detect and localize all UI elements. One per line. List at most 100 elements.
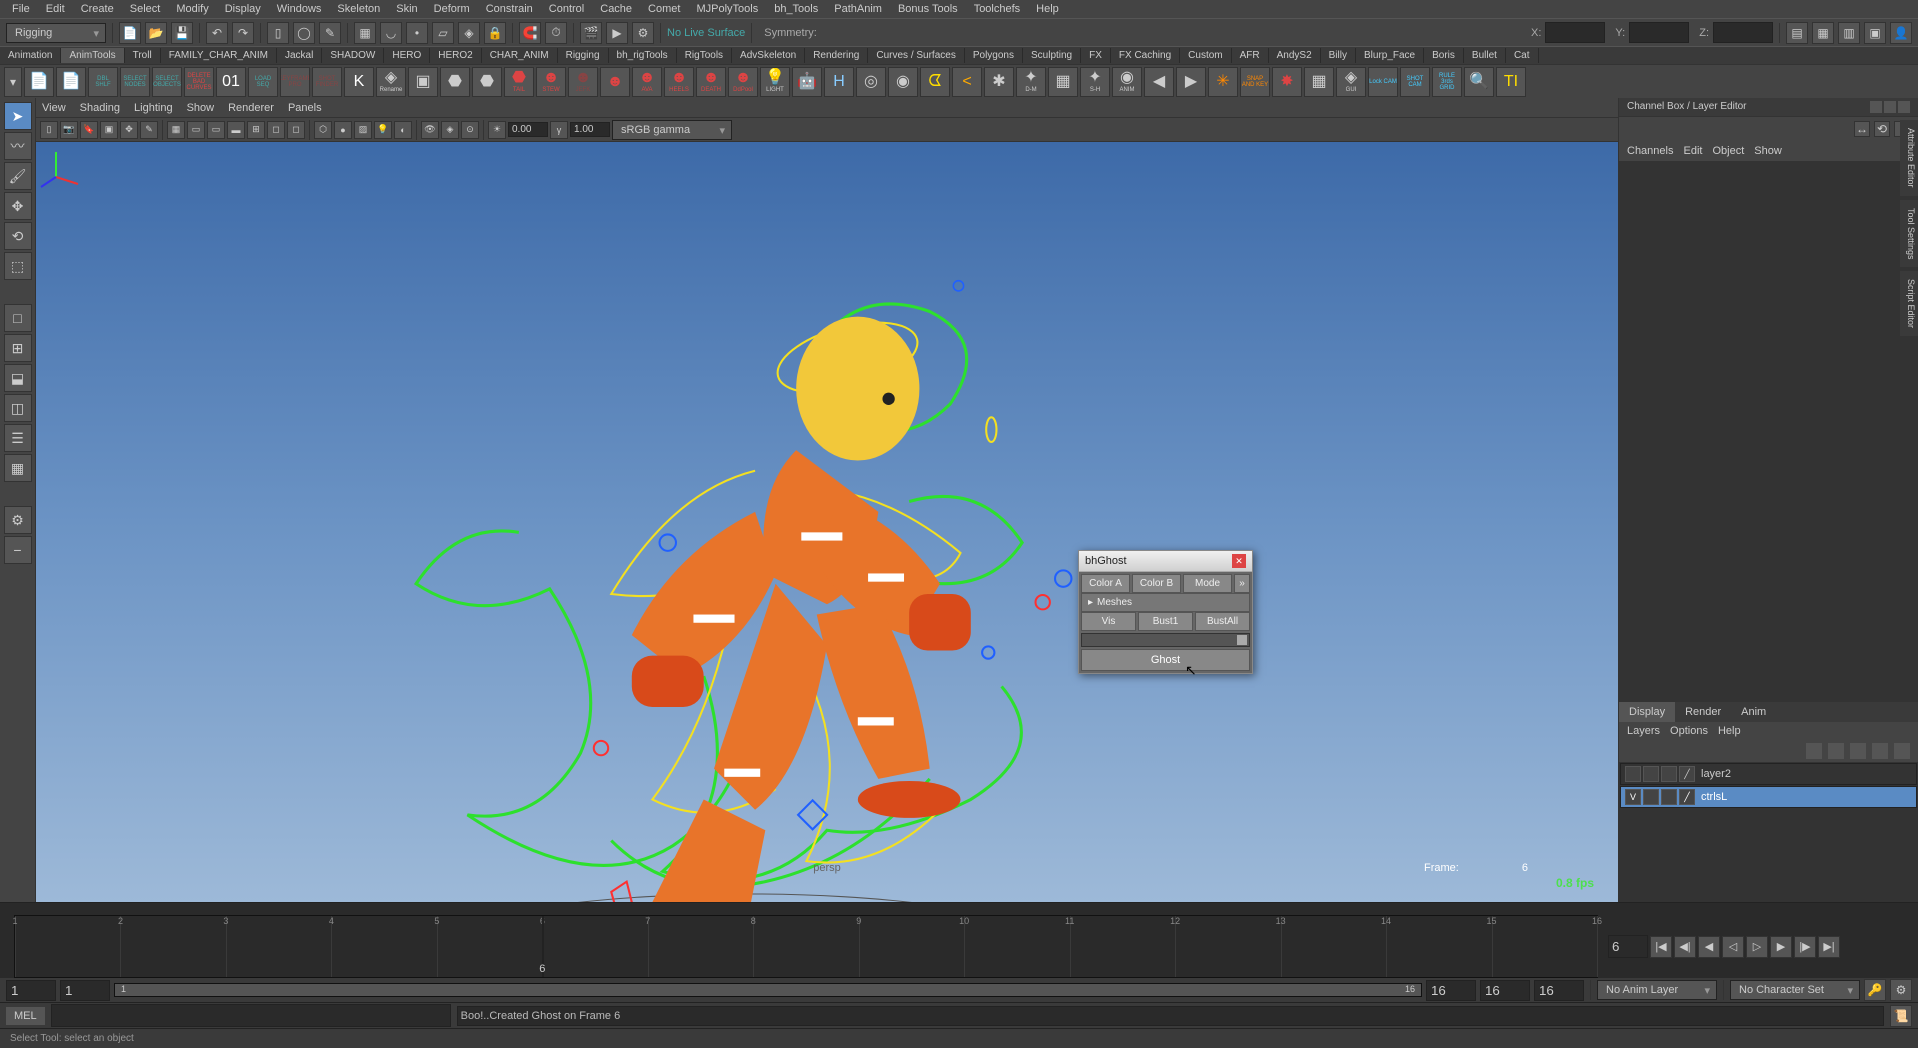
panel-menu-view[interactable]: View bbox=[42, 102, 66, 114]
panel-dock-icon[interactable] bbox=[1870, 101, 1882, 113]
layer-type-toggle[interactable] bbox=[1661, 766, 1677, 782]
undo-icon[interactable]: ↶ bbox=[206, 22, 228, 44]
snap-surface-icon[interactable]: ◈ bbox=[458, 22, 480, 44]
manip-icon-2[interactable]: ⟲ bbox=[1874, 121, 1890, 137]
new-scene-icon[interactable]: 📄 bbox=[119, 22, 141, 44]
side-tab-attribute-editor[interactable]: Attribute Editor bbox=[1900, 120, 1918, 196]
layout-two-v[interactable]: ◫ bbox=[4, 394, 32, 422]
shelf-item-34[interactable]: ◉ANIM bbox=[1112, 67, 1142, 97]
pt-2d-pan-icon[interactable]: ✥ bbox=[120, 121, 138, 139]
menu-mjpolytools[interactable]: MJPolyTools bbox=[688, 3, 766, 15]
lasso-tool[interactable]: 〰 bbox=[4, 132, 32, 160]
shelf-tab-jackal[interactable]: Jackal bbox=[277, 48, 322, 63]
exposure-field[interactable] bbox=[508, 122, 548, 137]
menu-bonus-tools[interactable]: Bonus Tools bbox=[890, 3, 966, 15]
shelf-item-29[interactable]: < bbox=[952, 67, 982, 97]
shelf-item-26[interactable]: ◎ bbox=[856, 67, 886, 97]
shelf-item-35[interactable]: ◀ bbox=[1144, 67, 1174, 97]
layer-color-swatch[interactable]: ╱ bbox=[1679, 789, 1695, 805]
layer-row-layer2[interactable]: ╱layer2 bbox=[1620, 763, 1917, 785]
shelf-tab-afr[interactable]: AFR bbox=[1232, 48, 1269, 63]
shelf-item-40[interactable]: ▦ bbox=[1304, 67, 1334, 97]
bhghost-menu-color-a[interactable]: Color A bbox=[1081, 574, 1130, 593]
shelf-item-36[interactable]: ▶ bbox=[1176, 67, 1206, 97]
menu-windows[interactable]: Windows bbox=[269, 3, 330, 15]
shelf-item-21[interactable]: ☻DEATH bbox=[696, 67, 726, 97]
script-editor-icon[interactable]: 📜 bbox=[1890, 1005, 1912, 1027]
chan-menu-channels[interactable]: Channels bbox=[1627, 145, 1673, 157]
pt-shadows-icon[interactable]: ◐ bbox=[394, 121, 412, 139]
shelf-item-37[interactable]: ✳ bbox=[1208, 67, 1238, 97]
shelf-item-33[interactable]: ✦S-H bbox=[1080, 67, 1110, 97]
play-end-field[interactable] bbox=[1426, 980, 1476, 1001]
menu-modify[interactable]: Modify bbox=[168, 3, 216, 15]
bhghost-meshes-expand[interactable]: ▸ Meshes bbox=[1081, 593, 1250, 612]
menu-edit[interactable]: Edit bbox=[38, 3, 73, 15]
chan-menu-object[interactable]: Object bbox=[1712, 145, 1744, 157]
shelf-item-25[interactable]: H bbox=[824, 67, 854, 97]
shelf-tab-char-anim[interactable]: CHAR_ANIM bbox=[482, 48, 558, 63]
chan-menu-edit[interactable]: Edit bbox=[1683, 145, 1702, 157]
shelf-tab-rigging[interactable]: Rigging bbox=[558, 48, 609, 63]
layer-new-icon[interactable] bbox=[1806, 743, 1822, 759]
bhghost-window[interactable]: bhGhost ✕ Color AColor BMode» ▸ Meshes V… bbox=[1078, 550, 1253, 674]
shelf-tab-rigtools[interactable]: RigTools bbox=[677, 48, 732, 63]
tool-options-icon[interactable]: ⚙ bbox=[4, 506, 32, 534]
account-icon[interactable]: 👤 bbox=[1890, 22, 1912, 44]
layout-icon-3[interactable]: ▥ bbox=[1838, 22, 1860, 44]
menu-skin[interactable]: Skin bbox=[388, 3, 425, 15]
menu-cache[interactable]: Cache bbox=[592, 3, 640, 15]
paint-tool[interactable]: 🖌 bbox=[4, 162, 32, 190]
layout-outliner[interactable]: ☰ bbox=[4, 424, 32, 452]
menu-skeleton[interactable]: Skeleton bbox=[329, 3, 388, 15]
panel-menu-renderer[interactable]: Renderer bbox=[228, 102, 274, 114]
shelf-item-24[interactable]: 🤖 bbox=[792, 67, 822, 97]
layout-icon-4[interactable]: ▣ bbox=[1864, 22, 1886, 44]
shelf-menu-icon[interactable]: ▾ bbox=[4, 67, 22, 97]
menu-select[interactable]: Select bbox=[122, 3, 169, 15]
step-forward-icon[interactable]: ▶ bbox=[1770, 936, 1792, 958]
layer-vis-toggle[interactable]: V bbox=[1625, 789, 1641, 805]
shelf-item-1[interactable]: 📄 bbox=[56, 67, 86, 97]
shelf-tab-animation[interactable]: Animation bbox=[0, 48, 61, 63]
panel-menu-shading[interactable]: Shading bbox=[80, 102, 120, 114]
shelf-tab-cat[interactable]: Cat bbox=[1506, 48, 1539, 63]
pt-select-icon[interactable]: ▯ bbox=[40, 121, 58, 139]
layer-delete-icon[interactable] bbox=[1894, 743, 1910, 759]
shelf-tab-fx-caching[interactable]: FX Caching bbox=[1111, 48, 1180, 63]
bhghost-titlebar[interactable]: bhGhost ✕ bbox=[1079, 551, 1252, 572]
shelf-item-17[interactable]: ☻JEFK bbox=[568, 67, 598, 97]
anim-layer-dropdown[interactable]: No Anim Layer bbox=[1597, 980, 1717, 1000]
shelf-tab-rendering[interactable]: Rendering bbox=[805, 48, 868, 63]
pt-lights-icon[interactable]: 💡 bbox=[374, 121, 392, 139]
menu-comet[interactable]: Comet bbox=[640, 3, 688, 15]
snap-plane-icon[interactable]: ▱ bbox=[432, 22, 454, 44]
shelf-tab-advskeleton[interactable]: AdvSkeleton bbox=[732, 48, 805, 63]
layer-down-icon[interactable] bbox=[1850, 743, 1866, 759]
shelf-item-43[interactable]: SHOT CAM bbox=[1400, 67, 1430, 97]
shelf-item-20[interactable]: ☻HEELS bbox=[664, 67, 694, 97]
layer-type-toggle[interactable] bbox=[1661, 789, 1677, 805]
menu-create[interactable]: Create bbox=[73, 3, 122, 15]
pt-textured-icon[interactable]: ▨ bbox=[354, 121, 372, 139]
shelf-item-6[interactable]: 01 bbox=[216, 67, 246, 97]
range-end-field[interactable] bbox=[1480, 980, 1530, 1001]
rotate-tool[interactable]: ⟲ bbox=[4, 222, 32, 250]
lasso-icon[interactable]: ◯ bbox=[293, 22, 315, 44]
pt-film-gate-icon[interactable]: ▭ bbox=[187, 121, 205, 139]
menu-bh_tools[interactable]: bh_Tools bbox=[766, 3, 826, 15]
shelf-item-22[interactable]: ☻DdPool bbox=[728, 67, 758, 97]
snap-curve-icon[interactable]: ◡ bbox=[380, 22, 402, 44]
shelf-tab-bullet[interactable]: Bullet bbox=[1464, 48, 1506, 63]
play-forward-icon[interactable]: ▷ bbox=[1746, 936, 1768, 958]
snap-point-icon[interactable]: • bbox=[406, 22, 428, 44]
bhghost-bustall-button[interactable]: BustAll bbox=[1195, 612, 1250, 631]
layout-icon-2[interactable]: ▦ bbox=[1812, 22, 1834, 44]
pt-grease-icon[interactable]: ✎ bbox=[140, 121, 158, 139]
bhghost-menu-mode[interactable]: Mode bbox=[1183, 574, 1232, 593]
shelf-item-2[interactable]: DBL SHLF bbox=[88, 67, 118, 97]
live-surface-icon[interactable]: 🧲 bbox=[519, 22, 541, 44]
shelf-item-18[interactable]: ☻ bbox=[600, 67, 630, 97]
pt-exposure-icon[interactable]: ☀ bbox=[488, 121, 506, 139]
shelf-item-11[interactable]: ◈Rename bbox=[376, 67, 406, 97]
